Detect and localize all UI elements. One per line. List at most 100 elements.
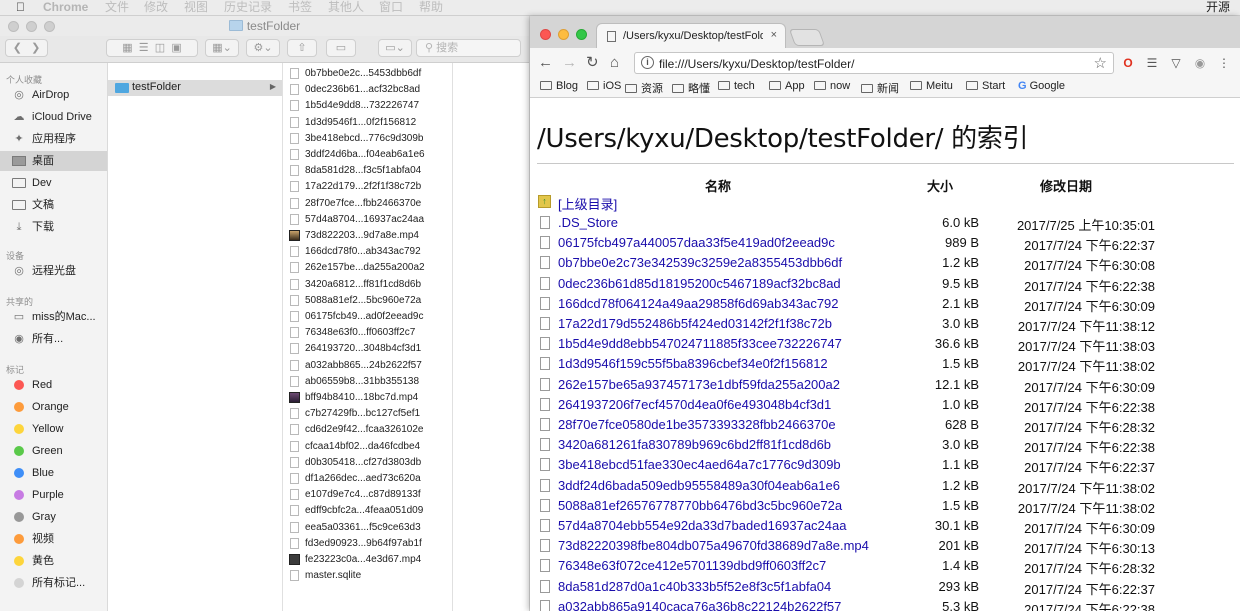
info-icon[interactable]: i xyxy=(641,56,654,69)
file-link[interactable]: 0dec236b61d85d18195200c5467189acf32bc8ad xyxy=(558,276,841,291)
back-forward-buttons[interactable]: ❮ ❯ xyxy=(5,39,48,57)
file-list-item[interactable]: df1a266dec...aed73c620a xyxy=(283,471,453,487)
extension-gray-icon[interactable]: ◉ xyxy=(1193,56,1207,70)
sidebar-tag-video[interactable]: 视频 xyxy=(0,529,107,549)
file-list-item[interactable]: 76348e63f0...ff0603ff2c7 xyxy=(283,325,453,341)
file-link[interactable]: 76348e63f072ce412e5701139dbd9ff0603ff2c7 xyxy=(558,558,826,573)
quicklook-button[interactable]: ▭⌄ xyxy=(378,39,412,57)
column-header-date[interactable]: 修改日期 xyxy=(1040,176,1092,195)
file-link[interactable]: 3be418ebcd51fae330ec4aed64a7c1776c9d309b xyxy=(558,457,841,472)
minimize-window-button[interactable] xyxy=(558,29,569,40)
close-tab-icon[interactable]: × xyxy=(771,29,777,41)
sidebar-tag-all[interactable]: 所有标记... xyxy=(0,573,107,593)
sidebar-item-shared-mac[interactable]: ▭ miss的Mac... xyxy=(0,307,107,327)
file-list-item[interactable]: 1d3d9546f1...0f2f156812 xyxy=(283,115,453,131)
bookmark-item[interactable]: Start xyxy=(966,80,1005,92)
bookmark-item[interactable]: 资源 xyxy=(625,80,663,96)
bookmark-item[interactable]: iOS xyxy=(587,80,621,92)
sidebar-item-remote-disc[interactable]: ◎ 远程光盘 xyxy=(0,261,107,281)
file-link[interactable]: 0b7bbe0e2c73e342539c3259e2a8355453dbb6df xyxy=(558,255,842,270)
file-link[interactable]: 262e157be65a937457173e1dbf59fda255a200a2 xyxy=(558,377,840,392)
file-list-item[interactable]: 264193720...3048b4cf3d1 xyxy=(283,341,453,357)
back-icon[interactable]: ❮ xyxy=(13,42,22,54)
sidebar-item-shared-all[interactable]: ◉ 所有... xyxy=(0,329,107,349)
file-link[interactable]: 3420a681261fa830789b969c6bd2ff81f1cd8d6b xyxy=(558,437,831,452)
sidebar-item-dev[interactable]: Dev xyxy=(0,173,107,193)
share-button[interactable]: ⇧ xyxy=(287,39,317,57)
file-list-item[interactable]: d0b305418...cf27d3803db xyxy=(283,455,453,471)
file-list-item[interactable]: 17a22d179...2f2f1f38c72b xyxy=(283,179,453,195)
close-window-button[interactable] xyxy=(540,29,551,40)
file-list-item[interactable]: 57d4a8704...16937ac24aa xyxy=(283,212,453,228)
file-list-item[interactable]: 73d822203...9d7a8e.mp4 xyxy=(283,228,453,244)
file-list-item[interactable]: fe23223c0a...4e3d67.mp4 xyxy=(283,552,453,568)
file-list-item[interactable]: 166dcd78f0...ab343ac792 xyxy=(283,244,453,260)
file-list-item[interactable]: bff94b8410...18bc7d.mp4 xyxy=(283,390,453,406)
file-list-item[interactable]: fd3ed90923...9b64f97ab1f xyxy=(283,536,453,552)
file-list-item[interactable]: a032abb865...24b2622f57 xyxy=(283,358,453,374)
zoom-window-button[interactable] xyxy=(576,29,587,40)
file-list-item[interactable]: 06175fcb49...ad0f2eead9c xyxy=(283,309,453,325)
file-link[interactable]: 1b5d4e9dd8ebb547024711885f33cee732226747 xyxy=(558,336,842,351)
forward-icon[interactable]: → xyxy=(562,54,577,72)
column-item-testfolder[interactable]: testFolder ▶ xyxy=(108,80,282,96)
opera-extension-icon[interactable]: O xyxy=(1121,56,1135,70)
file-link[interactable]: 57d4a8704ebb554e92da33d7baded16937ac24aa xyxy=(558,518,846,533)
file-list-item[interactable]: master.sqlite xyxy=(283,568,453,584)
list-view-icon[interactable]: ☰ xyxy=(139,42,149,54)
sidebar-item-downloads[interactable]: ⤓ 下载 xyxy=(0,217,107,237)
file-list-item[interactable]: eea5a03361...f5c9ce63d3 xyxy=(283,520,453,536)
arrange-button[interactable]: ▦⌄ xyxy=(205,39,239,57)
sidebar-item-airdrop[interactable]: ◎ AirDrop xyxy=(0,85,107,105)
file-link[interactable]: 06175fcb497a440057daa33f5e419ad0f2eead9c xyxy=(558,235,835,250)
sidebar-tag-orange[interactable]: Orange xyxy=(0,397,107,417)
file-link[interactable]: 166dcd78f064124a49aa29858f6d69ab343ac792 xyxy=(558,296,839,311)
file-link[interactable]: 17a22d179d552486b5f424ed03142f2f1f38c72b xyxy=(558,316,832,331)
bookmark-item[interactable]: G Google xyxy=(1018,80,1065,92)
sidebar-item-desktop[interactable]: 桌面 xyxy=(0,151,107,171)
bookmark-item[interactable]: App xyxy=(769,80,805,92)
file-list-item[interactable]: 1b5d4e9dd8...732226747 xyxy=(283,98,453,114)
file-link[interactable]: a032abb865a9140caca76a36b8c22124b2622f57 xyxy=(558,599,841,611)
browser-tab[interactable]: /Users/kyxu/Desktop/testFolder/ × xyxy=(596,23,786,48)
sidebar-tag-gray[interactable]: Gray xyxy=(0,507,107,527)
back-icon[interactable]: ← xyxy=(538,54,553,72)
file-list-item[interactable]: c7b27429fb...bc127cf5ef1 xyxy=(283,406,453,422)
menu-app-name[interactable]: Chrome xyxy=(43,0,88,15)
file-list-item[interactable]: 3420a6812...ff81f1cd8d6b xyxy=(283,277,453,293)
pocket-extension-icon[interactable]: ▽ xyxy=(1169,56,1183,70)
sidebar-item-applications[interactable]: ✦ 应用程序 xyxy=(0,129,107,149)
file-list-item[interactable]: 3be418ebcd...776c9d309b xyxy=(283,131,453,147)
file-link[interactable]: 3ddf24d6bada509edb95558489a30f04eab6a1e6 xyxy=(558,478,840,493)
bookmark-star-icon[interactable]: ☆ xyxy=(1094,54,1107,72)
menu-more-icon[interactable]: ⋮ xyxy=(1217,56,1231,70)
file-list-item[interactable]: 0dec236b61...acf32bc8ad xyxy=(283,82,453,98)
menu-item-file[interactable]: 文件 xyxy=(105,0,129,15)
sidebar-tag-yellow-cn[interactable]: 黄色 xyxy=(0,551,107,571)
forward-icon[interactable]: ❯ xyxy=(31,42,40,54)
file-list-item[interactable]: 28f70e7fce...fbb2466370e xyxy=(283,196,453,212)
file-list-item[interactable]: e107d9e7c4...c87d89133f xyxy=(283,487,453,503)
icon-view-icon[interactable]: ▦ xyxy=(122,42,132,54)
sidebar-item-icloud[interactable]: ☁ iCloud Drive xyxy=(0,107,107,127)
new-tab-button[interactable] xyxy=(788,29,826,46)
finder-search-field[interactable]: ⚲ 搜索 xyxy=(416,39,521,57)
menu-item-help[interactable]: 帮助 xyxy=(419,0,443,15)
address-bar[interactable]: i file:///Users/kyxu/Desktop/testFolder/… xyxy=(634,52,1114,74)
bookmark-item[interactable]: tech xyxy=(718,80,755,92)
column-view-icon[interactable]: ◫ xyxy=(155,42,165,54)
file-link[interactable]: 8da581d287d0a1c40b333b5f52e8f3c5f1abfa04 xyxy=(558,579,831,594)
menu-item-bookmarks[interactable]: 书签 xyxy=(288,0,312,15)
menu-item-history[interactable]: 历史记录 xyxy=(224,0,272,15)
apple-icon[interactable]:  xyxy=(16,0,25,15)
bookmark-item[interactable]: now xyxy=(814,80,850,92)
file-link[interactable]: 2641937206f7ecf4570d4ea0f6e493048b4cf3d1 xyxy=(558,397,831,412)
column-header-name[interactable]: 名称 xyxy=(705,176,731,195)
file-list-item[interactable]: cd6d2e9f42...fcaa326102e xyxy=(283,422,453,438)
file-list-item[interactable]: 5088a81ef2...5bc960e72a xyxy=(283,293,453,309)
menu-item-people[interactable]: 其他人 xyxy=(328,0,364,15)
home-icon[interactable]: ⌂ xyxy=(610,54,619,72)
bookmark-item[interactable]: Blog xyxy=(540,80,578,92)
file-list-item[interactable]: edff9cbfc2a...4feaa051d09 xyxy=(283,503,453,519)
extension-icon[interactable]: ☰ xyxy=(1145,56,1159,70)
